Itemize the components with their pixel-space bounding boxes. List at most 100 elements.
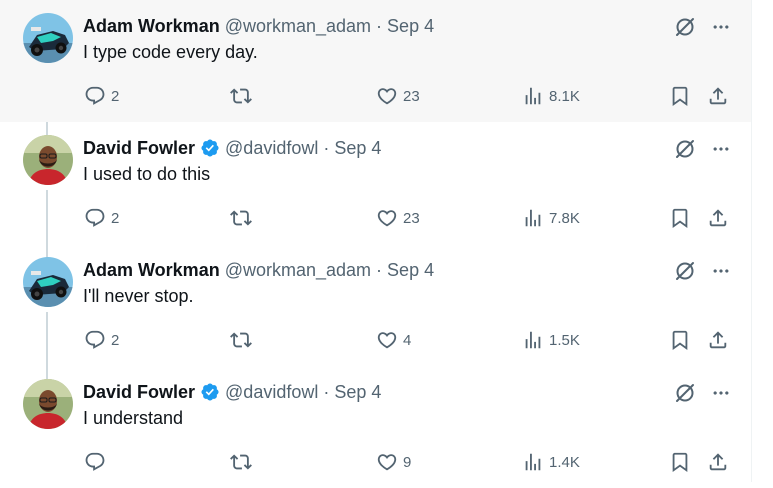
like-count: 9	[403, 453, 412, 471]
tweet-actions: 9 1.4K	[83, 449, 743, 475]
separator: ·	[323, 137, 330, 158]
more-icon[interactable]	[708, 380, 734, 406]
author-name[interactable]: Adam Workman	[83, 260, 220, 281]
tweet[interactable]: Adam Workman @workman_adam · Sep 4 I'll …	[0, 244, 751, 366]
tweet-date[interactable]: Sep 4	[387, 260, 434, 281]
tweet-date[interactable]: Sep 4	[387, 16, 434, 37]
reply-icon	[83, 84, 107, 108]
bookmark-icon	[668, 206, 692, 230]
view-count: 8.1K	[549, 87, 580, 105]
tweet-date[interactable]: Sep 4	[334, 138, 381, 159]
like-button[interactable]: 23	[375, 205, 420, 231]
like-button[interactable]: 4	[375, 327, 411, 353]
like-count: 23	[403, 209, 420, 227]
person-photo-avatar[interactable]	[23, 379, 73, 429]
tweet[interactable]: Adam Workman @workman_adam · Sep 4 I typ…	[0, 0, 751, 122]
reply-icon	[83, 206, 107, 230]
reply-button[interactable]: 2	[83, 327, 119, 353]
share-button[interactable]	[706, 327, 730, 353]
author-name[interactable]: David Fowler	[83, 382, 195, 403]
views-button[interactable]: 7.8K	[521, 205, 580, 231]
separator: ·	[376, 15, 383, 36]
verified-badge-icon[interactable]	[200, 382, 220, 402]
retweet-button[interactable]	[229, 449, 257, 475]
tweet-header: Adam Workman @workman_adam · Sep 4	[83, 258, 434, 282]
tweet-actions: 2 23 8.1K	[83, 83, 743, 109]
tweet-text: I used to do this	[83, 164, 211, 184]
tweet-text: I'll never stop.	[83, 286, 194, 306]
retweet-icon	[229, 450, 253, 474]
author-handle[interactable]: @workman_adam	[225, 16, 371, 37]
grok-icon[interactable]	[672, 136, 698, 162]
view-count: 7.8K	[549, 209, 580, 227]
heart-icon	[375, 328, 399, 352]
views-button[interactable]: 8.1K	[521, 83, 580, 109]
reply-button[interactable]: 2	[83, 205, 119, 231]
tweet-date[interactable]: Sep 4	[334, 382, 381, 403]
reply-count: 2	[111, 331, 120, 349]
tweet-header: David Fowler @davidfowl · Sep 4	[83, 380, 381, 404]
bookmark-button[interactable]	[668, 327, 692, 353]
separator: ·	[323, 381, 330, 402]
grok-icon[interactable]	[672, 14, 698, 40]
author-name[interactable]: David Fowler	[83, 138, 195, 159]
reply-icon	[83, 450, 107, 474]
race-car-avatar[interactable]	[23, 13, 73, 63]
verified-badge-icon[interactable]	[200, 138, 220, 158]
retweet-button[interactable]	[229, 327, 257, 353]
view-count: 1.5K	[549, 331, 580, 349]
more-icon[interactable]	[708, 14, 734, 40]
view-count: 1.4K	[549, 453, 580, 471]
share-icon	[706, 206, 730, 230]
like-button[interactable]: 9	[375, 449, 411, 475]
author-handle[interactable]: @workman_adam	[225, 260, 371, 281]
bookmark-button[interactable]	[668, 449, 692, 475]
bar-chart-icon	[521, 328, 545, 352]
reply-count: 2	[111, 87, 120, 105]
tweet-header: Adam Workman @workman_adam · Sep 4	[83, 14, 434, 38]
tweet-text: I understand	[83, 408, 184, 428]
bar-chart-icon	[521, 450, 545, 474]
grok-icon[interactable]	[672, 380, 698, 406]
bar-chart-icon	[521, 206, 545, 230]
reply-button[interactable]	[83, 449, 111, 475]
bookmark-icon	[668, 84, 692, 108]
race-car-avatar[interactable]	[23, 257, 73, 307]
tweet[interactable]: David Fowler @davidfowl · Sep 4 I used t…	[0, 122, 751, 244]
tweet-actions: 2 23 7.8K	[83, 205, 743, 231]
share-icon	[706, 450, 730, 474]
tweet-header: David Fowler @davidfowl · Sep 4	[83, 136, 381, 160]
bookmark-button[interactable]	[668, 205, 692, 231]
tweet-actions: 2 4 1.5K	[83, 327, 743, 353]
bookmark-icon	[668, 450, 692, 474]
retweet-icon	[229, 84, 253, 108]
tweet[interactable]: David Fowler @davidfowl · Sep 4 I unders…	[0, 366, 751, 488]
views-button[interactable]: 1.5K	[521, 327, 580, 353]
share-button[interactable]	[706, 83, 730, 109]
reply-button[interactable]: 2	[83, 83, 119, 109]
retweet-icon	[229, 328, 253, 352]
views-button[interactable]: 1.4K	[521, 449, 580, 475]
share-button[interactable]	[706, 205, 730, 231]
heart-icon	[375, 206, 399, 230]
share-button[interactable]	[706, 449, 730, 475]
grok-icon[interactable]	[672, 258, 698, 284]
retweet-icon	[229, 206, 253, 230]
separator: ·	[376, 259, 383, 280]
person-photo-avatar[interactable]	[23, 135, 73, 185]
author-handle[interactable]: @davidfowl	[225, 138, 318, 159]
author-handle[interactable]: @davidfowl	[225, 382, 318, 403]
retweet-button[interactable]	[229, 205, 257, 231]
like-button[interactable]: 23	[375, 83, 420, 109]
share-icon	[706, 328, 730, 352]
timeline-border	[751, 0, 752, 482]
heart-icon	[375, 84, 399, 108]
bookmark-button[interactable]	[668, 83, 692, 109]
more-icon[interactable]	[708, 136, 734, 162]
bar-chart-icon	[521, 84, 545, 108]
author-name[interactable]: Adam Workman	[83, 16, 220, 37]
share-icon	[706, 84, 730, 108]
retweet-button[interactable]	[229, 83, 257, 109]
more-icon[interactable]	[708, 258, 734, 284]
heart-icon	[375, 450, 399, 474]
